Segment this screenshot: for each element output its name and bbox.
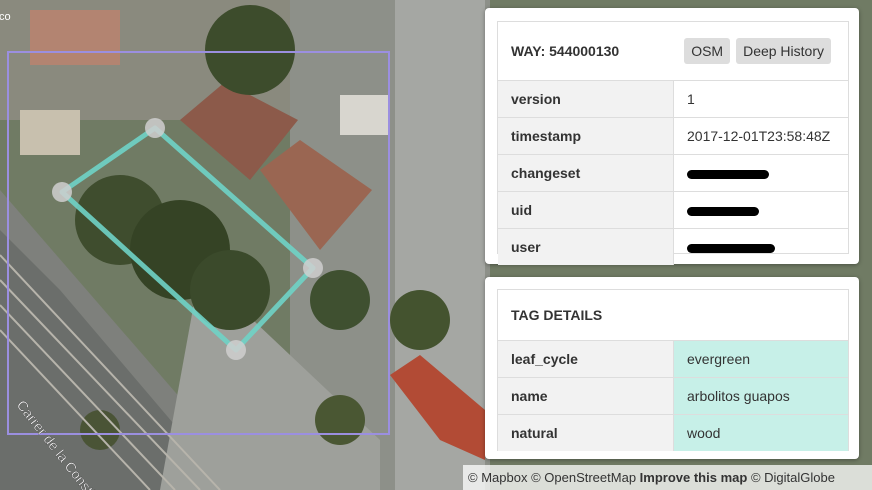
table-row: name arbolitos guapos (498, 377, 848, 415)
table-row: user (498, 228, 848, 265)
way-details-frame: WAY: 544000130 OSM Deep History version … (497, 21, 849, 265)
way-details-panel: WAY: 544000130 OSM Deep History version … (485, 8, 859, 265)
tag-key: name (498, 377, 674, 415)
attr-value: 2017-12-01T23:58:48Z (673, 117, 848, 155)
way-header: WAY: 544000130 OSM Deep History (498, 22, 848, 81)
attr-key: user (498, 228, 674, 265)
corner-label: co (0, 11, 11, 23)
digitalglobe-attribution-link[interactable]: © DigitalGlobe (751, 470, 835, 485)
tag-key: natural (498, 414, 674, 451)
tag-table: leaf_cycle evergreen name arbolitos guap… (498, 341, 848, 451)
tag-title: TAG DETAILS (511, 307, 603, 323)
table-row: version 1 (498, 81, 848, 118)
osm-button[interactable]: OSM (684, 38, 731, 64)
tag-value: arbolitos guapos (673, 377, 848, 415)
tag-value: wood (673, 414, 848, 451)
tag-key: leaf_cycle (498, 341, 674, 378)
table-row: natural wood (498, 414, 848, 451)
way-vertex[interactable] (145, 118, 165, 138)
way-vertex[interactable] (52, 182, 72, 202)
attr-value-redacted (673, 191, 848, 229)
tag-header: TAG DETAILS (498, 290, 848, 341)
attr-value-redacted (673, 154, 848, 192)
table-row: timestamp 2017-12-01T23:58:48Z (498, 117, 848, 155)
tag-value: evergreen (673, 341, 848, 378)
attr-key: version (498, 81, 674, 118)
tag-details-frame: TAG DETAILS leaf_cycle evergreen name ar… (497, 289, 849, 451)
table-row: leaf_cycle evergreen (498, 341, 848, 378)
table-row: uid (498, 191, 848, 229)
attr-key: changeset (498, 154, 674, 192)
mapbox-attribution-link[interactable]: © Mapbox (468, 470, 527, 485)
attr-key: timestamp (498, 117, 674, 155)
deep-history-button[interactable]: Deep History (736, 38, 831, 64)
attr-value-redacted (673, 228, 848, 265)
way-vertex[interactable] (303, 258, 323, 278)
way-attributes-table: version 1 timestamp 2017-12-01T23:58:48Z… (498, 81, 848, 265)
map-attribution: © Mapbox © OpenStreetMap Improve this ma… (463, 465, 872, 490)
attr-key: uid (498, 191, 674, 229)
table-row: changeset (498, 154, 848, 192)
osm-attribution-link[interactable]: © OpenStreetMap (531, 470, 636, 485)
improve-map-link[interactable]: Improve this map (640, 470, 748, 485)
tag-details-panel: TAG DETAILS leaf_cycle evergreen name ar… (485, 277, 859, 459)
way-buttons: OSM Deep History (678, 38, 831, 64)
way-vertex[interactable] (226, 340, 246, 360)
way-title: WAY: 544000130 (511, 43, 620, 59)
attr-value: 1 (687, 91, 695, 107)
